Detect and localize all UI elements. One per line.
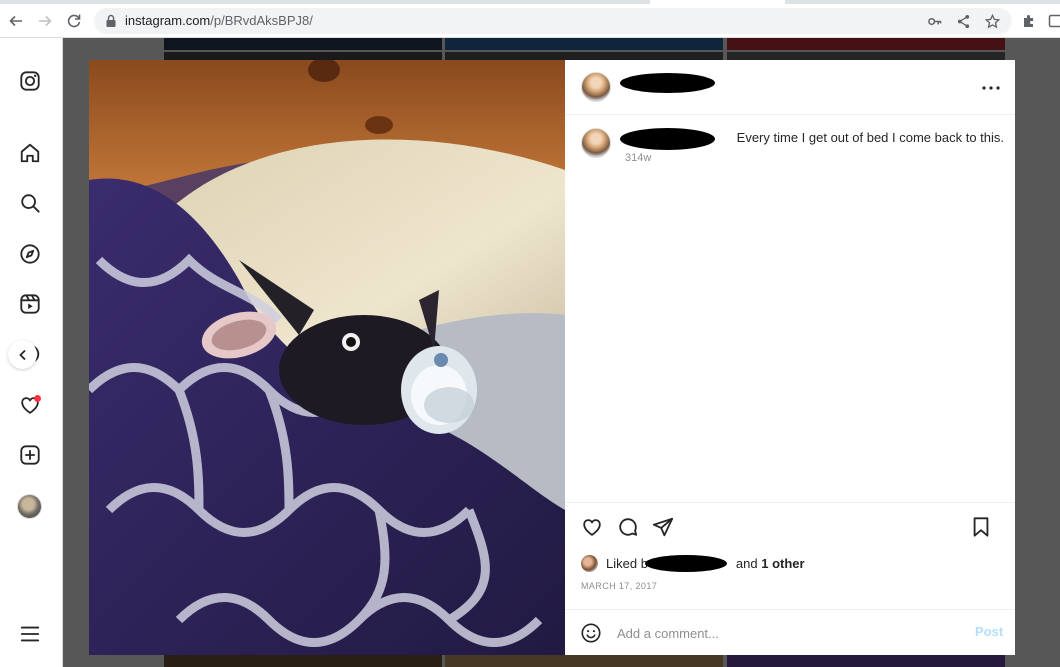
like-heart-icon[interactable] bbox=[580, 515, 604, 539]
lock-icon bbox=[106, 14, 116, 27]
redaction-mark bbox=[620, 73, 715, 93]
post-details-panel: username_______ Every time I get out of … bbox=[565, 60, 1015, 655]
browser-toolbar: instagram.com/p/BRvdAksBPJ8/ bbox=[0, 4, 1060, 38]
back-icon[interactable] bbox=[4, 9, 28, 33]
redaction-mark bbox=[645, 555, 727, 572]
notification-dot bbox=[34, 395, 41, 402]
caption-timestamp[interactable]: 314w bbox=[625, 152, 651, 164]
liked-prefix: Liked b bbox=[606, 555, 648, 571]
liked-and: and bbox=[735, 555, 758, 571]
share-send-icon[interactable] bbox=[651, 515, 675, 539]
caption-author-avatar[interactable] bbox=[581, 128, 611, 158]
liker-avatar[interactable] bbox=[581, 554, 598, 572]
reels-icon[interactable] bbox=[18, 292, 42, 316]
post-photo[interactable] bbox=[89, 60, 565, 655]
menu-icon[interactable] bbox=[18, 622, 42, 646]
extensions-icon[interactable] bbox=[1017, 9, 1041, 33]
url-text: instagram.com/p/BRvdAksBPJ8/ bbox=[125, 13, 313, 28]
url-host: instagram.com bbox=[125, 13, 211, 28]
bookmark-star-icon[interactable] bbox=[983, 12, 1001, 30]
create-icon[interactable] bbox=[18, 443, 42, 467]
chevron-left-icon bbox=[18, 349, 26, 360]
comment-bar: Post bbox=[565, 609, 1015, 656]
post-actions: Liked b and 1 other MARCH 17, 2017 Post bbox=[565, 502, 1015, 655]
dog-in-bed-photo bbox=[89, 60, 565, 655]
caption-text: Every time I get out of bed I come back … bbox=[736, 130, 1005, 145]
url-path: /p/BRvdAksBPJ8/ bbox=[210, 13, 313, 28]
liked-others[interactable]: 1 other bbox=[761, 556, 804, 571]
more-options-icon[interactable] bbox=[979, 76, 1003, 100]
comment-input[interactable] bbox=[617, 622, 957, 644]
post-header bbox=[565, 60, 1015, 115]
address-bar[interactable]: instagram.com/p/BRvdAksBPJ8/ bbox=[94, 8, 1012, 34]
search-icon[interactable] bbox=[18, 191, 42, 215]
comment-icon[interactable] bbox=[616, 515, 640, 539]
post-comment-button[interactable]: Post bbox=[975, 624, 1003, 639]
instagram-logo-icon[interactable] bbox=[18, 69, 42, 93]
previous-post-button[interactable] bbox=[8, 340, 37, 369]
key-icon[interactable] bbox=[925, 12, 943, 30]
post-date[interactable]: MARCH 17, 2017 bbox=[581, 581, 657, 591]
profile-avatar[interactable] bbox=[17, 494, 42, 519]
explore-icon[interactable] bbox=[18, 242, 42, 266]
redaction-mark bbox=[620, 128, 715, 150]
share-icon[interactable] bbox=[954, 12, 972, 30]
sidepanel-icon[interactable] bbox=[1044, 9, 1060, 33]
reload-icon[interactable] bbox=[62, 9, 86, 33]
forward-icon[interactable] bbox=[33, 9, 57, 33]
emoji-icon[interactable] bbox=[580, 622, 602, 644]
post-modal: username_______ Every time I get out of … bbox=[89, 60, 1015, 655]
save-bookmark-icon[interactable] bbox=[969, 515, 993, 539]
author-avatar[interactable] bbox=[581, 72, 611, 102]
home-icon[interactable] bbox=[18, 141, 42, 165]
